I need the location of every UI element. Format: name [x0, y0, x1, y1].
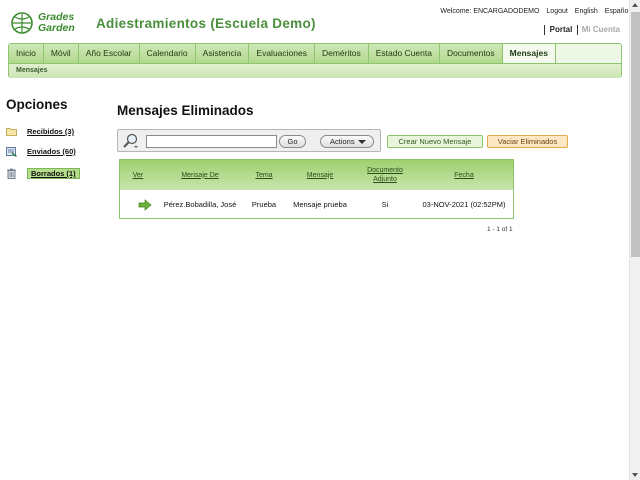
message-cell: Mensaje prueba [293, 200, 347, 209]
sidebar-item-label: Borrados (1) [27, 168, 80, 179]
sidebar-item-borrados[interactable]: Borrados (1) [6, 167, 80, 180]
portal-link[interactable]: Portal [550, 25, 573, 34]
mi-cuenta-link[interactable]: Mi Cuenta [582, 25, 620, 34]
pager: 1 - 1 of 1 [487, 226, 513, 233]
page-title: Mensajes Eliminados [117, 103, 254, 118]
scrollbar[interactable] [629, 0, 640, 480]
tab-ano-escolar[interactable]: Año Escolar [78, 44, 140, 63]
main-nav: Inicio Móvil Año Escolar Calendario Asis… [8, 43, 622, 78]
logo-text: Grades Garden [38, 12, 75, 33]
search-input[interactable] [146, 135, 277, 148]
divider [576, 25, 578, 35]
trash-icon [7, 168, 16, 179]
table-header: Ver Mensaje De Tema Mensaje Documento Ad… [120, 160, 513, 190]
table-row: Pérez.Bobadilla, José Prueba Mensaje pru… [120, 190, 513, 219]
column-mensaje[interactable]: Mensaje [284, 160, 356, 190]
attachment-cell: Si [381, 200, 389, 209]
search-toolbar: Go Actions [117, 129, 381, 152]
column-tema[interactable]: Tema [244, 160, 284, 190]
tab-estado-cuenta[interactable]: Estado Cuenta [368, 44, 440, 63]
actions-label: Actions [330, 137, 355, 146]
tab-calendario[interactable]: Calendario [139, 44, 196, 63]
subnav: Mensajes [9, 63, 621, 78]
logo-line1: Grades [38, 11, 75, 23]
tab-evaluaciones[interactable]: Evaluaciones [249, 44, 315, 63]
nav-tabs: Inicio Móvil Año Escolar Calendario Asis… [9, 44, 556, 63]
actions-button[interactable]: Actions [320, 135, 374, 148]
column-mensaje-de[interactable]: Mensaje De [156, 160, 244, 190]
sidebar-item-label: Recibidos (3) [27, 127, 75, 136]
sidebar-title: Opciones [6, 97, 68, 112]
welcome-text: Welcome: ENCARGADODEMO [440, 8, 540, 15]
logo: Grades Garden [11, 12, 83, 34]
search-icon[interactable] [122, 133, 139, 149]
logo-line2: Garden [38, 21, 75, 34]
tab-movil[interactable]: Móvil [43, 44, 79, 63]
new-message-button[interactable]: Crear Nuevo Mensaje [387, 135, 483, 148]
empty-trash-button[interactable]: Vaciar Eliminados [487, 135, 568, 148]
top-links: Welcome: ENCARGADODEMO Logout English Es… [435, 8, 630, 15]
sidebar-item-enviados[interactable]: Enviados (60) [6, 145, 76, 158]
subject-cell: Prueba [251, 200, 277, 209]
go-button[interactable]: Go [279, 135, 306, 148]
messages-table: Ver Mensaje De Tema Mensaje Documento Ad… [119, 159, 514, 219]
chevron-down-icon [358, 140, 366, 144]
tab-documentos[interactable]: Documentos [439, 44, 503, 63]
tab-asistencia[interactable]: Asistencia [195, 44, 250, 63]
sent-icon [6, 147, 17, 157]
app-title: Adiestramientos (Escuela Demo) [96, 16, 316, 31]
tab-inicio[interactable]: Inicio [9, 44, 44, 63]
from-cell: Pérez.Bobadilla, José [163, 200, 237, 209]
folder-icon [6, 128, 17, 136]
date-cell: 03-NOV-2021 (02:52PM) [422, 200, 506, 209]
column-fecha[interactable]: Fecha [414, 160, 514, 190]
espanol-link[interactable]: Español [605, 8, 630, 15]
sidebar-item-recibidos[interactable]: Recibidos (3) [6, 125, 74, 138]
divider [544, 25, 546, 35]
scroll-down-icon[interactable] [632, 473, 638, 477]
portal-links: Portal Mi Cuenta [542, 25, 620, 35]
tab-demeritos[interactable]: Deméritos [314, 44, 369, 63]
scroll-thumb[interactable] [631, 12, 640, 257]
column-documento-adjunto[interactable]: Documento Adjunto [356, 160, 414, 190]
sidebar-item-label: Enviados (60) [27, 147, 76, 156]
grades-garden-logo-icon [11, 12, 33, 34]
tab-mensajes[interactable]: Mensajes [502, 44, 556, 63]
english-link[interactable]: English [575, 8, 598, 15]
subnav-mensajes[interactable]: Mensajes [16, 67, 48, 74]
scroll-up-icon[interactable] [632, 3, 638, 7]
column-ver[interactable]: Ver [120, 160, 156, 190]
logout-link[interactable]: Logout [546, 8, 567, 15]
arrow-right-icon[interactable] [138, 198, 152, 211]
